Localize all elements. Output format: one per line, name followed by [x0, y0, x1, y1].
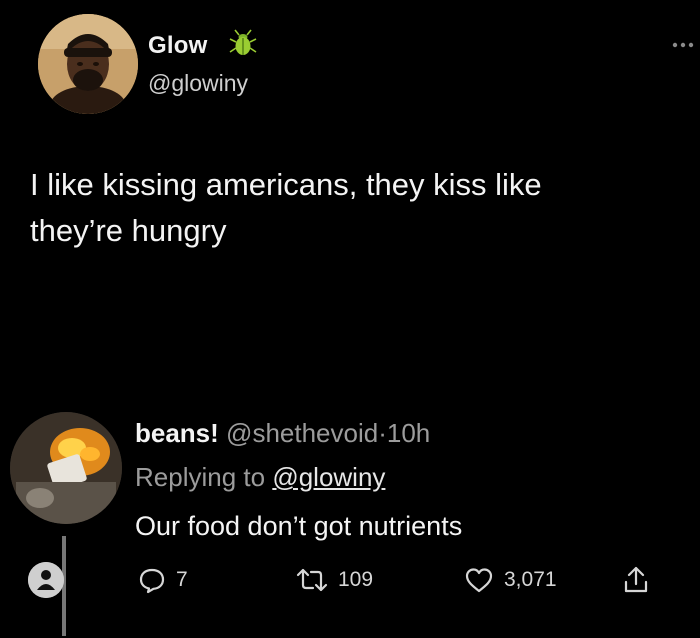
reply-text: Our food don’t got nutrients	[135, 511, 463, 541]
replying-to-mention[interactable]: @glowiny	[272, 462, 385, 492]
reply-display-name[interactable]: beans!	[135, 418, 219, 448]
reply-count: 7	[176, 568, 188, 591]
retweet-action[interactable]: 109	[296, 564, 373, 596]
replying-to-label: Replying to	[135, 462, 266, 492]
replying-to-line: Replying to @glowiny	[135, 462, 385, 493]
reply-action[interactable]: 7	[138, 564, 188, 596]
reply-avatar[interactable]	[10, 412, 122, 524]
avatar-man-photo	[38, 14, 138, 114]
comment-icon	[139, 568, 165, 594]
beetle-icon	[228, 28, 258, 58]
user-icon	[28, 562, 64, 598]
heart-icon	[465, 568, 493, 593]
reply-handle[interactable]: @shethevoid	[226, 418, 378, 448]
dot-separator: ·	[378, 418, 387, 448]
like-action[interactable]: 3,071	[464, 564, 557, 596]
tweet-text: I like kissing americans, they kiss like…	[30, 167, 542, 248]
author-avatar[interactable]	[38, 14, 138, 114]
avatar-pumpkin-photo	[10, 412, 122, 524]
author-handle[interactable]: @glowiny	[148, 70, 248, 97]
reply-header: beans! @shethevoid·10h	[135, 418, 430, 449]
share-icon	[624, 566, 648, 593]
like-count: 3,071	[504, 568, 557, 591]
author-display-name[interactable]: Glow	[148, 32, 207, 60]
user-chip[interactable]	[28, 562, 64, 598]
retweet-count: 109	[338, 568, 374, 591]
reply-time[interactable]: 10h	[387, 418, 430, 448]
share-action[interactable]	[622, 564, 650, 596]
more-options-icon[interactable]	[670, 38, 700, 50]
retweet-icon	[296, 568, 328, 592]
